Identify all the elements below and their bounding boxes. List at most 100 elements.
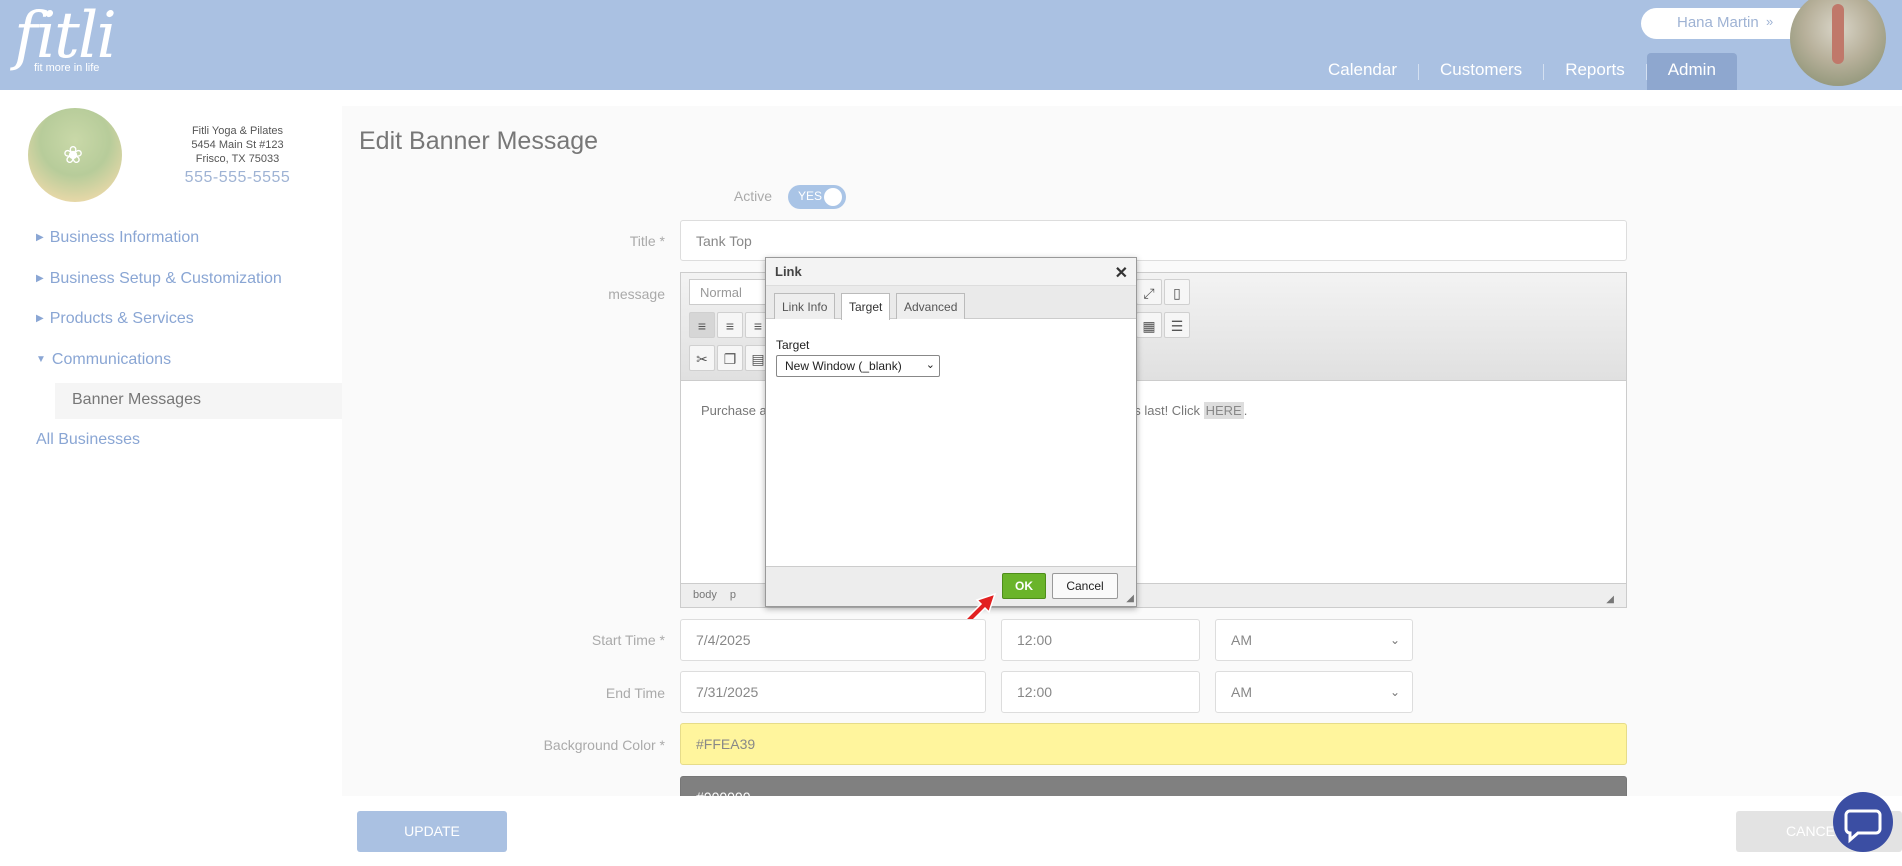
status-path-p[interactable]: p	[730, 589, 736, 601]
editor-link[interactable]: HERE	[1203, 402, 1244, 419]
page-title: Edit Banner Message	[359, 127, 599, 155]
business-address2: Frisco, TX 75033	[195, 153, 280, 165]
update-button[interactable]: UPDATE	[357, 811, 507, 852]
sidebar-item-label: Business Setup & Customization	[49, 270, 282, 287]
editor-content[interactable]: Purchase a	[701, 403, 767, 418]
start-time-input[interactable]: 12:00	[1001, 619, 1200, 661]
bg-color-input[interactable]: #FFEA39	[680, 723, 1627, 765]
chevron-down-icon: ⌄	[925, 359, 935, 371]
end-date-value: 7/31/2025	[696, 684, 759, 700]
show-blocks-icon[interactable]: ▯	[1164, 279, 1190, 305]
business-info: Fitli Yoga & Pilates 5454 Main St #123 F…	[150, 124, 325, 186]
horizontal-line-icon[interactable]: ☰	[1164, 312, 1190, 338]
fitli-logo[interactable]: fitli fit more in life	[14, 0, 117, 74]
end-time-input[interactable]: 12:00	[1001, 671, 1200, 713]
cut-icon[interactable]: ✂	[689, 345, 715, 371]
top-header: fitli fit more in life Hana Martin » Cal…	[0, 0, 1902, 90]
logo-word: fitli	[14, 0, 117, 73]
start-date-input[interactable]: 7/4/2025	[680, 619, 986, 661]
user-name: Hana Martin	[1677, 14, 1759, 31]
caret-right-icon: ▶	[36, 273, 44, 284]
target-value: New Window (_blank)	[785, 359, 902, 373]
end-date-input[interactable]: 7/31/2025	[680, 671, 986, 713]
caret-right-icon: ▶	[36, 313, 44, 324]
dialog-title: Link	[775, 264, 802, 279]
toggle-value: YES	[798, 189, 823, 203]
sidebar-item-products-services[interactable]: ▶ Products & Services	[36, 310, 194, 328]
sidebar-item-all-businesses[interactable]: All Businesses	[36, 431, 140, 449]
status-path-body[interactable]: body	[693, 589, 717, 601]
sidebar-item-banner-messages[interactable]: Banner Messages	[55, 383, 342, 419]
chat-bubble-icon	[1844, 809, 1882, 844]
toggle-knob	[824, 188, 842, 206]
title-value: Tank Top	[696, 232, 752, 249]
align-left-icon[interactable]: ≡	[689, 312, 715, 338]
table-icon[interactable]: ▦	[1136, 312, 1162, 338]
editor-period: .	[1243, 403, 1248, 418]
start-ampm-value: AM	[1231, 632, 1252, 648]
nav-calendar[interactable]: Calendar	[1307, 53, 1418, 90]
align-center-icon[interactable]: ≡	[717, 312, 743, 338]
start-time-label: Start Time *	[591, 632, 665, 648]
editor-content-tail: es last! Click HERE.	[1127, 402, 1248, 419]
avatar-figure	[1832, 4, 1844, 64]
cancel-button[interactable]: Cancel	[1052, 573, 1118, 599]
sidebar-item-communications[interactable]: ▼ Communications	[36, 351, 171, 369]
link-dialog: Link ✕ Link Info Target Advanced Target …	[765, 257, 1137, 607]
end-ampm-select[interactable]: AM ⌄	[1215, 671, 1413, 713]
sidebar-item-label: Banner Messages	[72, 391, 201, 408]
chat-button[interactable]	[1833, 792, 1893, 852]
font-color-input[interactable]: #000000	[680, 776, 1627, 796]
end-time-label: End Time	[605, 685, 665, 701]
target-select[interactable]: New Window (_blank) ⌄	[776, 355, 940, 377]
sidebar-item-label: Communications	[51, 351, 172, 368]
end-time-value: 12:00	[1017, 684, 1053, 700]
copy-icon[interactable]: ❐	[717, 345, 743, 371]
logo-tagline: fit more in life	[34, 62, 100, 74]
title-label: Title *	[629, 233, 665, 249]
format-value: Normal	[700, 285, 742, 300]
start-ampm-select[interactable]: AM ⌄	[1215, 619, 1413, 661]
caret-down-icon: ▼	[36, 354, 46, 365]
start-date-value: 7/4/2025	[696, 632, 751, 648]
font-color-clip: #000000	[680, 776, 1627, 796]
chevron-down-icon: ⌄	[1389, 633, 1400, 647]
user-chevron-icon: »	[1766, 14, 1774, 29]
sidebar-item-business-setup[interactable]: ▶ Business Setup & Customization	[36, 270, 282, 288]
ok-button[interactable]: OK	[1002, 573, 1046, 599]
avatar[interactable]	[1790, 0, 1886, 86]
sidebar-item-business-information[interactable]: ▶ Business Information	[36, 229, 199, 247]
maximize-icon[interactable]: ⤢	[1136, 279, 1162, 305]
dialog-resize-icon[interactable]: ◢	[1126, 593, 1134, 604]
font-color-value: #000000	[696, 789, 751, 796]
tab-target[interactable]: Target	[841, 293, 891, 320]
target-label: Target	[776, 338, 810, 352]
title-input[interactable]: Tank Top	[680, 220, 1627, 261]
end-ampm-value: AM	[1231, 684, 1252, 700]
nav-customers[interactable]: Customers	[1419, 53, 1543, 90]
bg-color-value: #FFEA39	[696, 736, 756, 752]
nav-admin[interactable]: Admin	[1646, 53, 1737, 90]
resize-handle-icon[interactable]: ◢	[1606, 594, 1614, 605]
business-logo: ❀	[28, 108, 122, 202]
sidebar: ❀ Fitli Yoga & Pilates 5454 Main St #123…	[0, 90, 342, 866]
business-phone: 555-555-5555	[184, 169, 291, 186]
caret-right-icon: ▶	[36, 232, 44, 243]
tab-link-info[interactable]: Link Info	[774, 293, 836, 319]
dialog-title-bar[interactable]: Link ✕	[766, 258, 1136, 286]
active-toggle[interactable]: YES	[788, 185, 846, 209]
chevron-down-icon: ⌄	[1389, 685, 1400, 699]
main-nav: Calendar Customers Reports Admin	[1307, 53, 1737, 90]
nav-reports[interactable]: Reports	[1544, 53, 1646, 90]
close-icon[interactable]: ✕	[1115, 263, 1128, 283]
lotus-icon: ❀	[63, 142, 84, 169]
editor-text-end: es last! Click	[1127, 403, 1204, 418]
sidebar-item-label: Products & Services	[49, 310, 194, 327]
bg-color-label: Background Color *	[543, 737, 665, 753]
sidebar-item-label: Business Information	[49, 229, 200, 246]
editor-text-start: Purchase a	[701, 403, 767, 418]
active-label: Active	[733, 188, 772, 204]
start-time-value: 12:00	[1017, 632, 1053, 648]
tab-advanced[interactable]: Advanced	[896, 293, 966, 319]
business-name: Fitli Yoga & Pilates	[191, 125, 284, 137]
